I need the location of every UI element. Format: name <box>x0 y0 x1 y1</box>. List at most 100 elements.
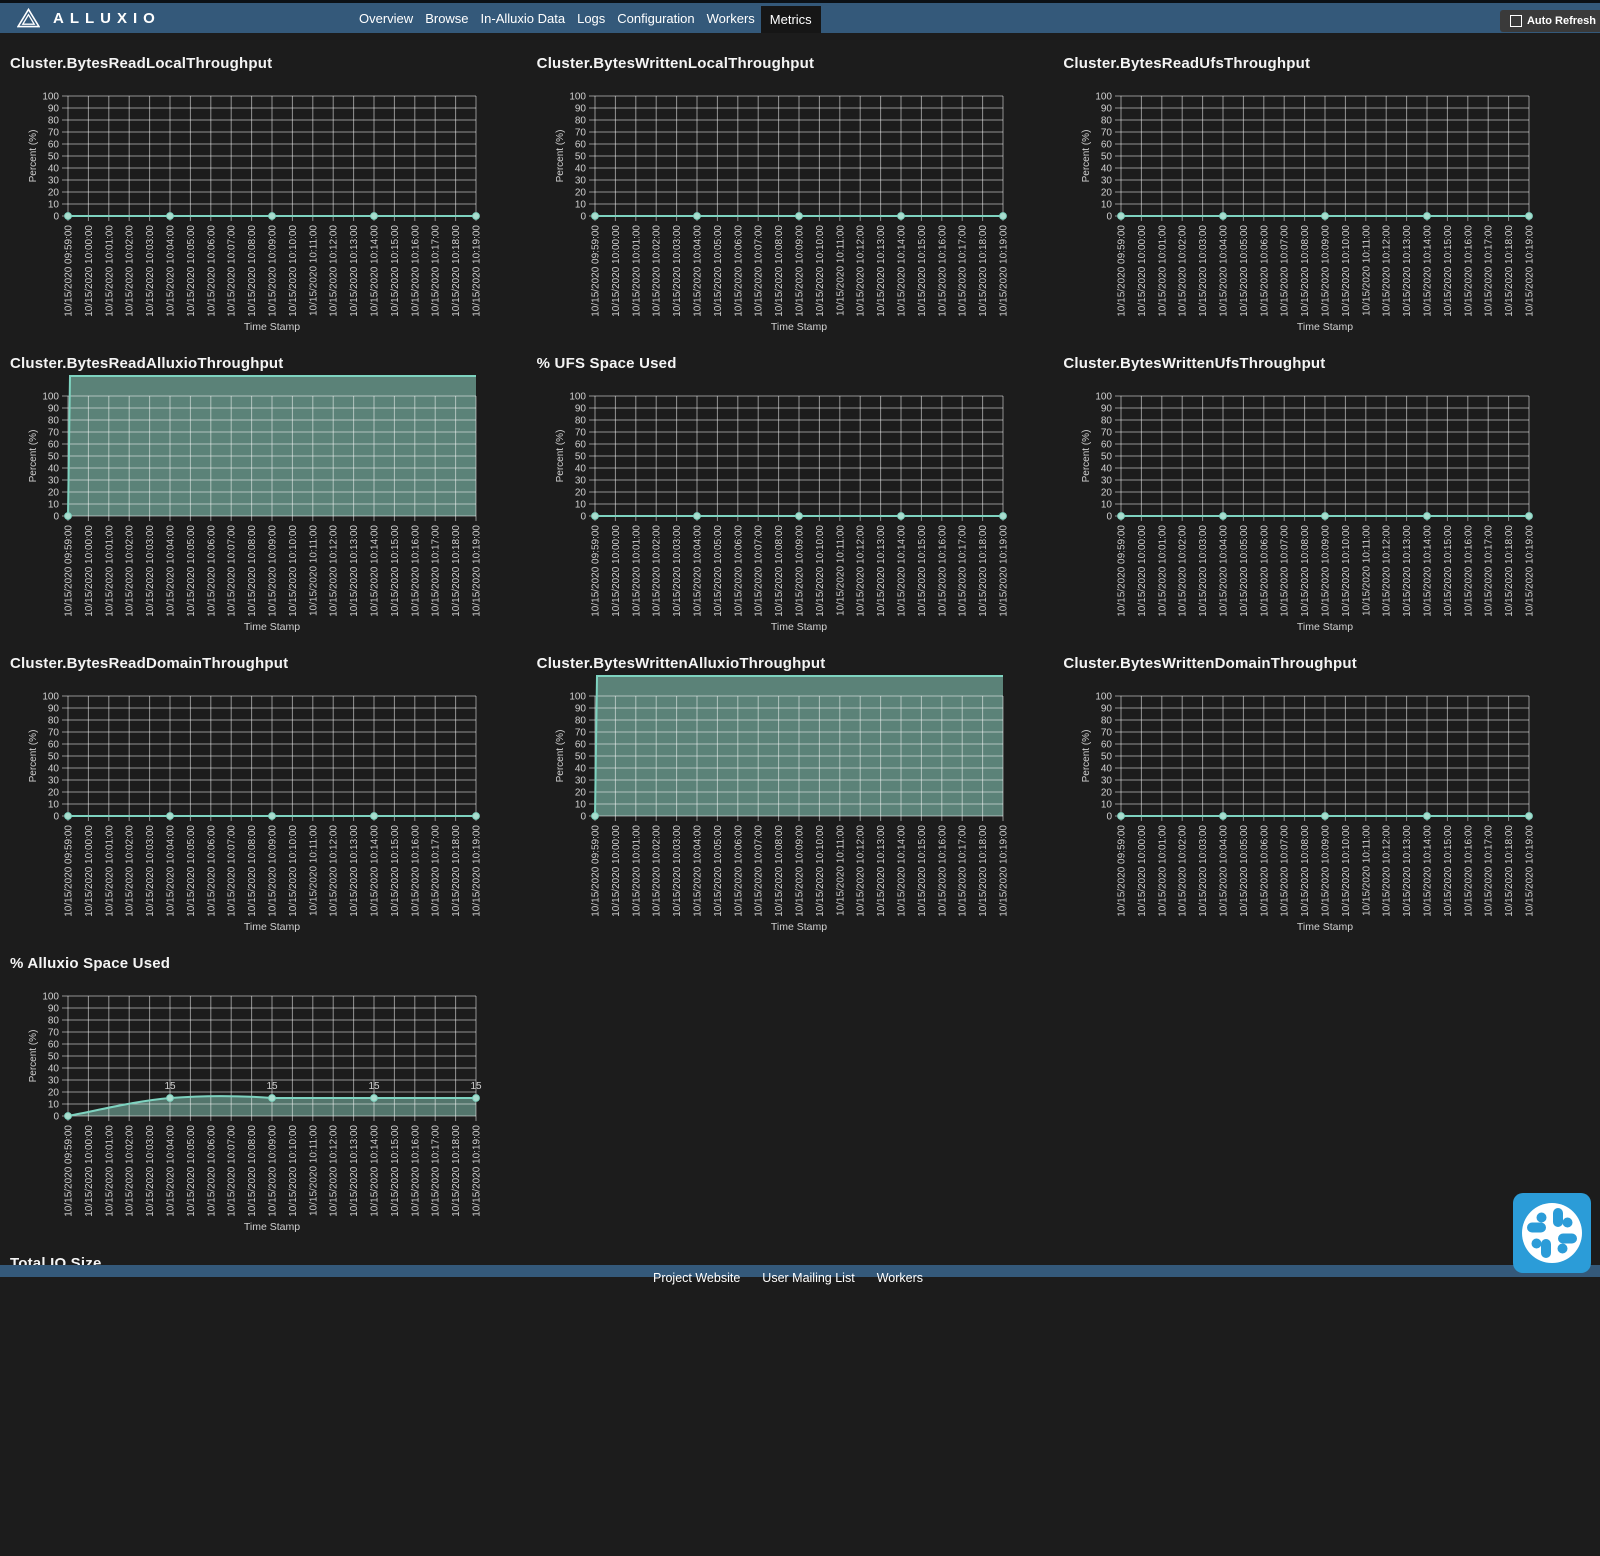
svg-text:40: 40 <box>1101 464 1113 475</box>
svg-text:100: 100 <box>42 392 59 403</box>
svg-text:100: 100 <box>569 392 586 403</box>
svg-text:90: 90 <box>48 1004 60 1015</box>
svg-text:10/15/2020 10:08:00: 10/15/2020 10:08:00 <box>1300 825 1311 917</box>
svg-text:10/15/2020 10:01:00: 10/15/2020 10:01:00 <box>104 225 115 317</box>
svg-text:40: 40 <box>1101 764 1113 775</box>
nav-item-browse[interactable]: Browse <box>419 3 474 33</box>
svg-text:50: 50 <box>1101 152 1113 163</box>
svg-text:10/15/2020 10:12:00: 10/15/2020 10:12:00 <box>329 1125 340 1217</box>
svg-text:10/15/2020 10:08:00: 10/15/2020 10:08:00 <box>247 225 258 317</box>
svg-text:60: 60 <box>48 1040 60 1051</box>
svg-text:90: 90 <box>1101 704 1113 715</box>
svg-text:100: 100 <box>569 692 586 703</box>
svg-text:90: 90 <box>48 704 60 715</box>
svg-text:10/15/2020 10:14:00: 10/15/2020 10:14:00 <box>1423 225 1434 317</box>
svg-text:80: 80 <box>575 116 587 127</box>
svg-text:10/15/2020 10:17:00: 10/15/2020 10:17:00 <box>957 525 968 617</box>
svg-text:10/15/2020 10:06:00: 10/15/2020 10:06:00 <box>733 825 744 917</box>
svg-text:60: 60 <box>1101 740 1113 751</box>
nav-item-overview[interactable]: Overview <box>353 3 419 33</box>
svg-text:10/15/2020 10:10:00: 10/15/2020 10:10:00 <box>288 525 299 617</box>
chart-canvas: 010203040506070809010010/15/2020 09:59:0… <box>10 972 536 1256</box>
svg-text:10/15/2020 10:17:00: 10/15/2020 10:17:00 <box>1484 225 1495 317</box>
svg-text:10/15/2020 10:09:00: 10/15/2020 10:09:00 <box>794 825 805 917</box>
chart-canvas: 010203040506070809010010/15/2020 09:59:0… <box>10 372 536 656</box>
svg-text:90: 90 <box>575 404 587 415</box>
svg-text:20: 20 <box>48 488 60 499</box>
svg-text:10/15/2020 09:59:00: 10/15/2020 09:59:00 <box>64 525 75 617</box>
svg-text:10/15/2020 10:08:00: 10/15/2020 10:08:00 <box>774 825 785 917</box>
svg-text:30: 30 <box>48 176 60 187</box>
svg-text:10/15/2020 10:01:00: 10/15/2020 10:01:00 <box>1158 225 1169 317</box>
nav-item-workers[interactable]: Workers <box>701 3 761 33</box>
svg-text:10/15/2020 10:01:00: 10/15/2020 10:01:00 <box>104 1125 115 1217</box>
svg-text:10/15/2020 10:09:00: 10/15/2020 10:09:00 <box>268 225 279 317</box>
svg-text:80: 80 <box>48 116 60 127</box>
svg-text:10/15/2020 10:02:00: 10/15/2020 10:02:00 <box>125 825 136 917</box>
svg-text:10/15/2020 10:18:00: 10/15/2020 10:18:00 <box>451 225 462 317</box>
charts-grid: Cluster.BytesReadLocalThroughput01020304… <box>0 33 1600 1556</box>
y-axis-title: Percent (%) <box>1081 730 1092 783</box>
chart-cluster-bytesreaddomainthroughput: Cluster.BytesReadDomainThroughput0102030… <box>10 656 537 956</box>
alluxio-footer-logo[interactable] <box>1513 1193 1591 1278</box>
svg-text:10/15/2020 10:14:00: 10/15/2020 10:14:00 <box>370 1125 381 1217</box>
svg-text:10/15/2020 10:08:00: 10/15/2020 10:08:00 <box>774 225 785 317</box>
svg-text:40: 40 <box>575 164 587 175</box>
svg-text:10/15/2020 10:03:00: 10/15/2020 10:03:00 <box>672 225 683 317</box>
svg-text:10/15/2020 10:10:00: 10/15/2020 10:10:00 <box>815 225 826 317</box>
svg-text:10/15/2020 10:11:00: 10/15/2020 10:11:00 <box>308 1125 319 1216</box>
y-axis-title: Percent (%) <box>555 130 566 183</box>
nav-item-in-alluxio-data[interactable]: In-Alluxio Data <box>475 3 572 33</box>
svg-text:70: 70 <box>575 428 587 439</box>
chart-canvas: 010203040506070809010010/15/2020 09:59:0… <box>537 672 1063 956</box>
footer-link-user-mailing-list[interactable]: User Mailing List <box>762 1271 854 1277</box>
svg-text:10/15/2020 10:05:00: 10/15/2020 10:05:00 <box>1239 225 1250 317</box>
svg-text:10/15/2020 10:08:00: 10/15/2020 10:08:00 <box>247 525 258 617</box>
svg-text:80: 80 <box>575 716 587 727</box>
svg-text:10/15/2020 10:07:00: 10/15/2020 10:07:00 <box>753 825 764 917</box>
svg-text:70: 70 <box>48 728 60 739</box>
svg-text:10/15/2020 10:11:00: 10/15/2020 10:11:00 <box>308 225 319 316</box>
svg-text:60: 60 <box>1101 140 1113 151</box>
svg-text:10/15/2020 10:07:00: 10/15/2020 10:07:00 <box>227 225 238 317</box>
svg-text:10/15/2020 10:05:00: 10/15/2020 10:05:00 <box>186 225 197 317</box>
svg-text:10/15/2020 10:09:00: 10/15/2020 10:09:00 <box>794 525 805 617</box>
svg-text:80: 80 <box>575 416 587 427</box>
svg-text:0: 0 <box>580 512 586 523</box>
nav-item-metrics[interactable]: Metrics <box>761 6 821 33</box>
svg-text:20: 20 <box>48 1088 60 1099</box>
footer-link-project-website[interactable]: Project Website <box>653 1271 740 1277</box>
chart-cluster-byteswrittenalluxiothroughput: Cluster.BytesWrittenAlluxioThroughput010… <box>537 656 1064 956</box>
svg-text:10/15/2020 10:14:00: 10/15/2020 10:14:00 <box>1423 525 1434 617</box>
nav-item-logs[interactable]: Logs <box>571 3 611 33</box>
svg-text:10/15/2020 10:05:00: 10/15/2020 10:05:00 <box>186 1125 197 1217</box>
svg-text:10/15/2020 10:13:00: 10/15/2020 10:13:00 <box>1402 825 1413 917</box>
svg-text:10/15/2020 10:13:00: 10/15/2020 10:13:00 <box>349 225 360 317</box>
x-axis-title: Time Stamp <box>244 621 300 633</box>
svg-text:10/15/2020 10:18:00: 10/15/2020 10:18:00 <box>978 225 989 317</box>
svg-text:70: 70 <box>1101 428 1113 439</box>
svg-text:50: 50 <box>575 452 587 463</box>
svg-text:10/15/2020 10:05:00: 10/15/2020 10:05:00 <box>713 825 724 917</box>
svg-text:10: 10 <box>1101 200 1113 211</box>
svg-text:10/15/2020 10:07:00: 10/15/2020 10:07:00 <box>753 225 764 317</box>
chart-title: Cluster.BytesReadUfsThroughput <box>1063 56 1590 72</box>
svg-text:10/15/2020 10:11:00: 10/15/2020 10:11:00 <box>1362 825 1373 916</box>
svg-text:60: 60 <box>1101 440 1113 451</box>
brand[interactable]: ALLUXIO <box>0 8 161 28</box>
svg-text:10/15/2020 10:06:00: 10/15/2020 10:06:00 <box>733 225 744 317</box>
svg-text:10/15/2020 10:18:00: 10/15/2020 10:18:00 <box>1504 525 1515 617</box>
svg-text:10/15/2020 10:13:00: 10/15/2020 10:13:00 <box>349 1125 360 1217</box>
svg-text:10/15/2020 10:04:00: 10/15/2020 10:04:00 <box>166 825 177 917</box>
svg-text:10/15/2020 10:14:00: 10/15/2020 10:14:00 <box>370 825 381 917</box>
auto-refresh-checkbox[interactable] <box>1510 15 1522 27</box>
nav-item-configuration[interactable]: Configuration <box>611 3 700 33</box>
svg-text:50: 50 <box>1101 752 1113 763</box>
auto-refresh-button[interactable]: Auto Refresh <box>1500 10 1600 32</box>
svg-text:20: 20 <box>1101 488 1113 499</box>
svg-text:10/15/2020 09:59:00: 10/15/2020 09:59:00 <box>1117 525 1128 617</box>
svg-text:10/15/2020 10:11:00: 10/15/2020 10:11:00 <box>835 225 846 316</box>
svg-text:70: 70 <box>48 428 60 439</box>
svg-text:10/15/2020 10:08:00: 10/15/2020 10:08:00 <box>774 525 785 617</box>
footer-link-workers[interactable]: Workers <box>877 1271 923 1277</box>
